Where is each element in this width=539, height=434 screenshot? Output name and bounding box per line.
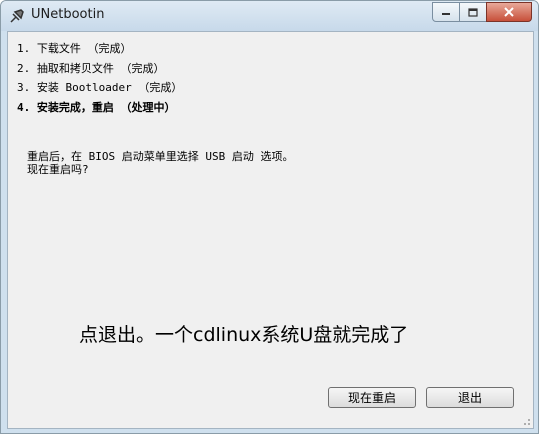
annotation-text: 点退出。一个cdlinux系统U盘就完成了 [79, 324, 409, 346]
caption-buttons [432, 2, 532, 22]
reboot-instruction: 重启后，在 BIOS 启动菜单里选择 USB 启动 选项。 [27, 150, 294, 163]
maximize-button[interactable] [459, 2, 487, 22]
close-icon [504, 7, 514, 17]
main-panel: 1. 下载文件 （完成） 2. 抽取和拷贝文件 （完成） 3. 安装 Bootl… [7, 31, 534, 429]
exit-button[interactable]: 退出 [426, 387, 514, 408]
window-title: UNetbootin [31, 7, 105, 22]
reboot-message: 重启后，在 BIOS 启动菜单里选择 USB 启动 选项。 现在重启吗? [27, 150, 293, 176]
unetbootin-app-icon [10, 9, 24, 23]
resize-grip-icon[interactable] [521, 416, 531, 426]
unetbootin-window: UNetbootin 1. 下载文件 （完成） 2. 抽取和拷贝文件 （完成） … [0, 0, 539, 434]
reboot-now-button[interactable]: 现在重启 [328, 387, 416, 408]
title-bar[interactable]: UNetbootin [1, 1, 538, 31]
progress-steps: 1. 下载文件 （完成） 2. 抽取和拷贝文件 （完成） 3. 安装 Bootl… [17, 39, 182, 117]
minimize-icon [442, 13, 450, 15]
close-button[interactable] [486, 2, 532, 22]
step-extract-copy: 2. 抽取和拷贝文件 （完成） [17, 61, 165, 75]
minimize-button[interactable] [432, 2, 460, 22]
step-install-bootloader: 3. 安装 Bootloader （完成） [17, 81, 183, 94]
step-download: 1. 下载文件 （完成） [17, 42, 132, 55]
step-install-complete: 4. 安装完成，重启 （处理中） [17, 100, 176, 114]
maximize-icon [468, 7, 478, 17]
reboot-question: 现在重启吗? [27, 163, 89, 176]
